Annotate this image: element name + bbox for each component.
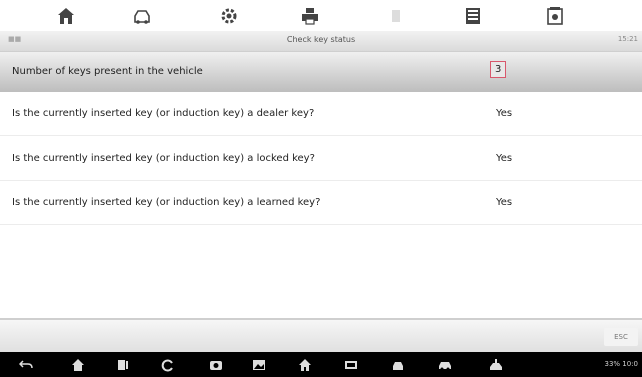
screenshot-icon[interactable] bbox=[544, 5, 566, 27]
vehicle-icon[interactable] bbox=[131, 5, 153, 27]
home-app-icon[interactable] bbox=[297, 357, 313, 373]
learned-key-row: Is the currently inserted key (or induct… bbox=[0, 181, 642, 225]
car-icon[interactable] bbox=[437, 357, 453, 373]
footer-bar bbox=[0, 320, 642, 352]
key-count-row: Number of keys present in the vehicle 3 bbox=[0, 52, 642, 92]
row-question: Is the currently inserted key (or induct… bbox=[12, 153, 315, 164]
blank-icon bbox=[385, 5, 407, 27]
gear-icon[interactable] bbox=[218, 5, 240, 27]
save-icon[interactable] bbox=[462, 5, 484, 27]
home-nav-icon[interactable] bbox=[70, 357, 86, 373]
row-question: Number of keys present in the vehicle bbox=[12, 66, 203, 77]
row-answer: Yes bbox=[496, 197, 513, 208]
page-title: Check key status bbox=[286, 35, 356, 44]
camera-icon[interactable] bbox=[208, 357, 224, 373]
esc-button[interactable]: ESC bbox=[604, 328, 638, 346]
locked-key-row: Is the currently inserted key (or induct… bbox=[0, 137, 642, 181]
row-answer: Yes bbox=[496, 153, 513, 164]
home-icon[interactable] bbox=[55, 5, 77, 27]
service-icon[interactable] bbox=[488, 357, 504, 373]
print-icon[interactable] bbox=[299, 5, 321, 27]
clock: 15:21 bbox=[617, 35, 638, 43]
gallery-icon[interactable] bbox=[251, 357, 267, 373]
refresh-icon[interactable] bbox=[160, 357, 176, 373]
row-question: Is the currently inserted key (or induct… bbox=[12, 108, 315, 119]
status-indicators: 33% 10:0 bbox=[604, 360, 638, 368]
back-icon[interactable] bbox=[18, 357, 34, 373]
system-nav-bar: 33% 10:0 bbox=[0, 352, 642, 377]
row-answer-highlighted: 3 bbox=[490, 61, 507, 78]
dealer-key-row: Is the currently inserted key (or induct… bbox=[0, 92, 642, 136]
vci-icon[interactable] bbox=[343, 357, 359, 373]
diagnostics-icon[interactable] bbox=[390, 357, 406, 373]
row-question: Is the currently inserted key (or induct… bbox=[12, 197, 321, 208]
top-toolbar bbox=[0, 0, 642, 31]
row-answer: Yes bbox=[496, 108, 513, 119]
title-bar: ■■ Check key status 15:21 bbox=[0, 31, 642, 52]
recent-apps-icon[interactable] bbox=[115, 357, 131, 373]
